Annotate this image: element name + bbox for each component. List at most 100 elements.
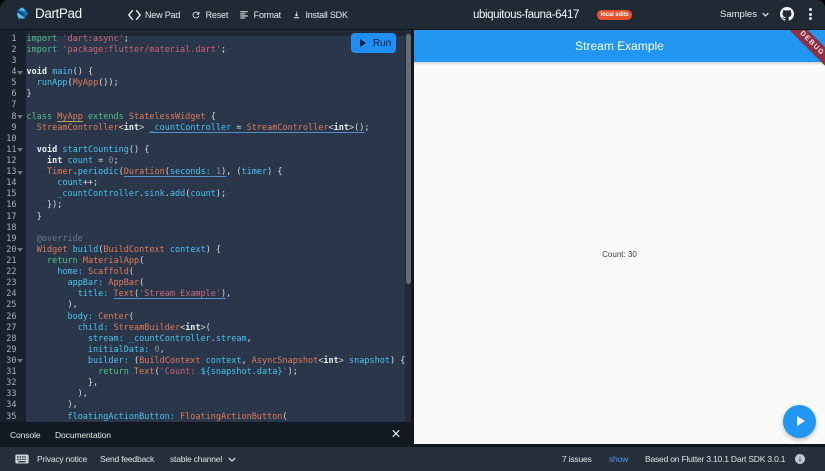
- line-number: 23: [6, 278, 17, 289]
- fold-arrow-icon[interactable]: [17, 70, 23, 75]
- preview-appbar: Stream Example: [414, 30, 825, 62]
- download-icon: [292, 10, 301, 20]
- reset-button[interactable]: Reset: [191, 10, 228, 20]
- run-button[interactable]: Run: [351, 33, 396, 53]
- line-number: 15: [6, 189, 17, 200]
- fold-arrow-icon[interactable]: [17, 115, 23, 120]
- code-line: initialData: 0,: [87, 344, 165, 355]
- code-line: ),: [26, 300, 78, 311]
- tab-console[interactable]: Console: [10, 422, 41, 447]
- code-line: void main() {: [26, 67, 94, 78]
- code-line: Widget build(BuildContext context) {: [36, 244, 222, 255]
- code-line: return MaterialApp(: [46, 255, 145, 266]
- line-number: 11: [6, 144, 17, 155]
- gutter-line: 16: [0, 200, 26, 211]
- play-icon: [359, 39, 366, 47]
- format-button[interactable]: Format: [239, 10, 281, 20]
- line-number: 16: [6, 200, 17, 211]
- code-line: body: Center(: [67, 311, 135, 322]
- code-line: builder: (BuildContext context, AsyncSna…: [87, 355, 406, 366]
- gutter-line: 9: [0, 123, 26, 134]
- console-strip: Console Documentation: [0, 422, 411, 447]
- gutter-line: 34: [0, 400, 26, 411]
- send-feedback-link[interactable]: Send feedback: [100, 447, 154, 471]
- code-line: class MyApp extends StatelessWidget {: [26, 111, 216, 122]
- tab-documentation[interactable]: Documentation: [55, 422, 111, 447]
- code-line: int count = 0;: [46, 156, 119, 166]
- footer-bar: Privacy notice Send feedback stable chan…: [0, 447, 825, 471]
- sdk-version-text: Based on Flutter 3.10.1 Dart SDK 3.0.1: [645, 454, 786, 464]
- fab-play-icon: [796, 416, 805, 426]
- line-number: 9: [11, 122, 17, 133]
- install-sdk-button[interactable]: Install SDK: [292, 10, 348, 20]
- line-number: 21: [6, 255, 17, 266]
- code-line: Timer.periodic(Duration(seconds: 1), (ti…: [46, 167, 283, 178]
- line-number: 10: [6, 133, 17, 144]
- gutter-line: 14: [0, 178, 26, 189]
- issues-count[interactable]: 7 issues: [562, 447, 592, 471]
- line-number: 32: [6, 378, 17, 389]
- line-number: 3: [11, 56, 17, 67]
- code-line: import 'dart:async';: [26, 33, 129, 44]
- fab-button[interactable]: [782, 404, 816, 438]
- gutter-line: 32: [0, 378, 26, 389]
- line-number: 13: [6, 167, 17, 178]
- keyboard-icon[interactable]: [15, 447, 29, 471]
- code-line: child: StreamBuilder<int>(: [77, 322, 211, 333]
- gutter-line: 18: [0, 223, 26, 234]
- gutter-line: 12: [0, 156, 26, 167]
- show-link[interactable]: show: [609, 447, 628, 471]
- gutter-line: 25: [0, 300, 26, 311]
- brand[interactable]: DartPad: [15, 6, 82, 21]
- privacy-notice-link[interactable]: Privacy notice: [37, 447, 87, 471]
- gutter-line: 8: [0, 112, 26, 123]
- line-number: 34: [6, 400, 17, 411]
- gutter-line: 2: [0, 45, 26, 56]
- fold-arrow-icon[interactable]: [17, 170, 23, 175]
- gutter-line: 6: [0, 89, 26, 100]
- chevron-down-icon: [762, 12, 769, 17]
- new-pad-button[interactable]: New Pad: [127, 9, 181, 20]
- run-label: Run: [372, 37, 392, 49]
- pad-title: ubiquitous-fauna-6417: [473, 8, 580, 21]
- fold-arrow-icon[interactable]: [17, 148, 23, 153]
- gutter-line: 21: [0, 256, 26, 267]
- count-text: Count: 30: [602, 250, 637, 260]
- format-label: Format: [253, 9, 282, 20]
- close-icon[interactable]: [392, 429, 400, 440]
- gutter-line: 20: [0, 245, 26, 256]
- line-number: 31: [6, 367, 17, 378]
- line-number: 6: [11, 89, 17, 100]
- gutter-line: 23: [0, 278, 26, 289]
- github-icon[interactable]: [780, 6, 794, 26]
- code-editor[interactable]: 1 2 3 4 5 6 7 8 9 10 11 12 13 14 15 16 17 18 19 20 21 22 23 24 2…: [0, 30, 411, 422]
- line-number: 17: [6, 211, 17, 222]
- line-number: 28: [6, 333, 17, 344]
- channel-select[interactable]: stable channel: [170, 447, 222, 471]
- fold-arrow-icon[interactable]: [17, 248, 23, 253]
- reset-label: Reset: [205, 9, 229, 20]
- fold-arrow-icon[interactable]: [17, 359, 23, 364]
- gutter-line: 15: [0, 189, 26, 200]
- gutter-line: 5: [0, 78, 26, 89]
- samples-label: Samples: [720, 9, 757, 20]
- code-line: home: Scaffold(: [57, 267, 135, 278]
- code-line: return Text('Count: ${snapshot.data}');: [98, 367, 298, 378]
- samples-menu[interactable]: Samples: [720, 0, 769, 29]
- code-icon: [127, 9, 141, 20]
- editor-scrollbar[interactable]: [405, 34, 411, 284]
- overflow-menu-icon[interactable]: [808, 8, 812, 21]
- preview-panel: Stream Example DEBUG Count: 30: [414, 30, 825, 444]
- gutter-line: 19: [0, 234, 26, 245]
- line-number: 12: [6, 156, 17, 166]
- dartpad-logo-icon: [17, 7, 29, 19]
- code-line: floatingActionButton: FloatingActionButt…: [67, 411, 288, 422]
- gutter-line: 3: [0, 56, 26, 67]
- editor-code: import 'dart:async'; import 'package:flut…: [27, 30, 406, 422]
- info-icon[interactable]: [794, 447, 806, 471]
- new-pad-label: New Pad: [145, 9, 181, 20]
- channel-chevron-icon: [228, 447, 236, 471]
- gutter-line: 30: [0, 356, 26, 367]
